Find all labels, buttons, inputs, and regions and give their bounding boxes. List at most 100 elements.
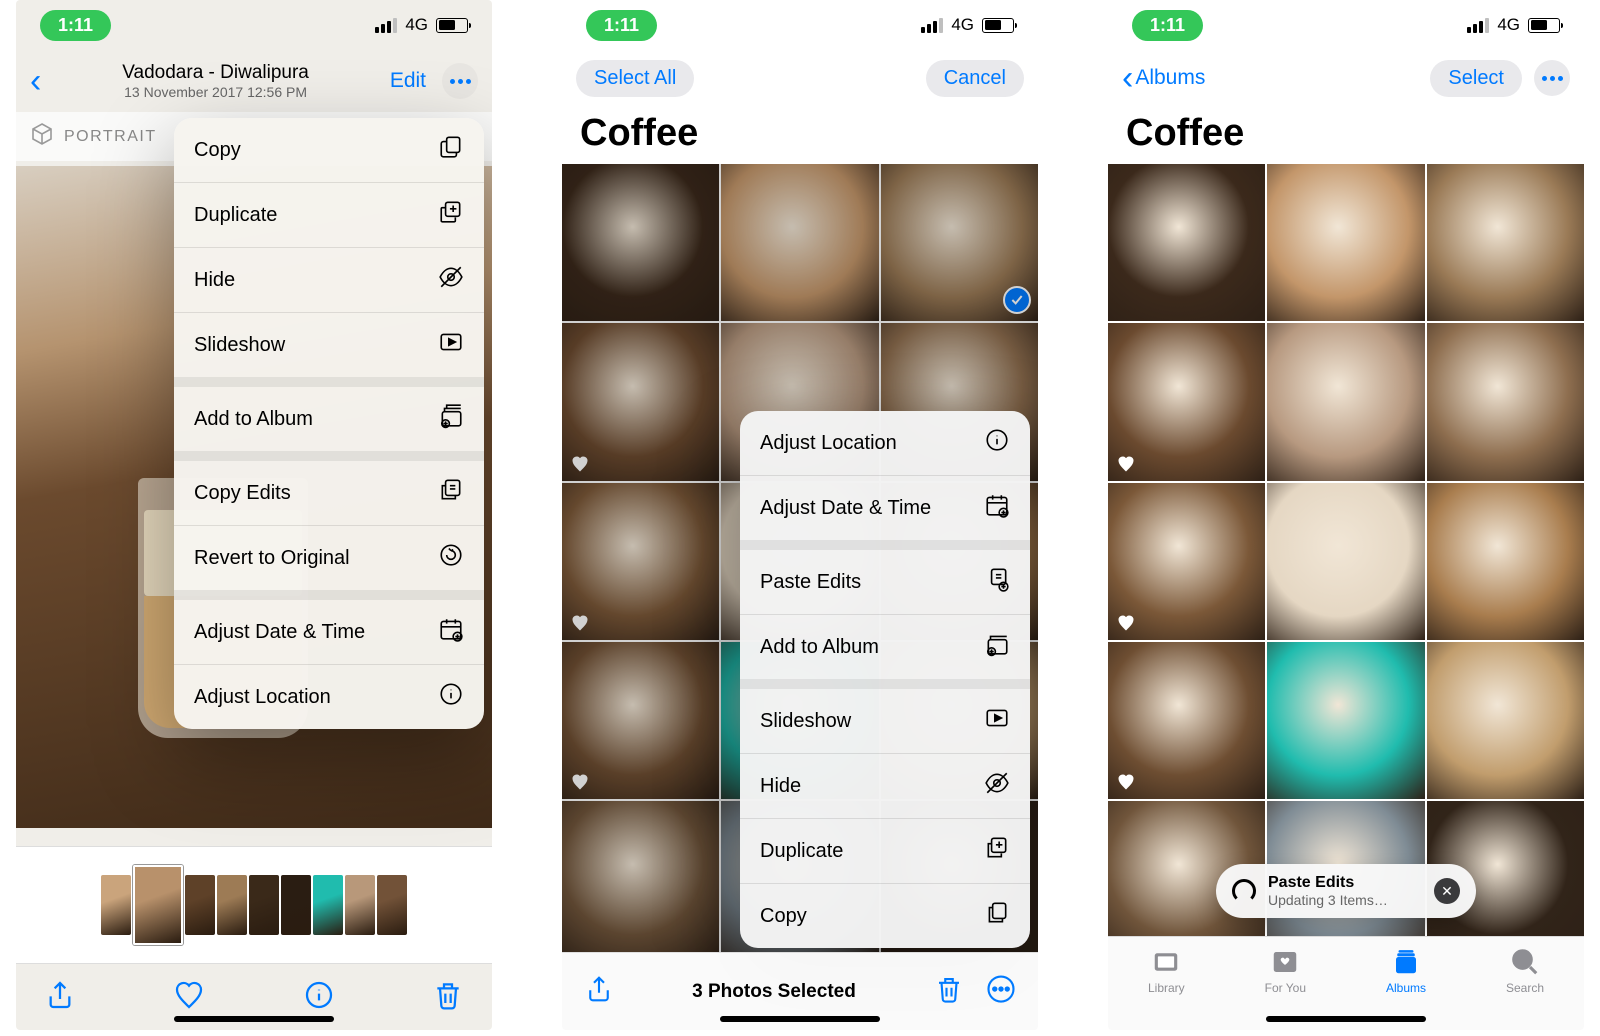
paste-edits-icon (984, 566, 1010, 598)
info-button[interactable] (303, 979, 335, 1016)
photo-thumbnail[interactable] (562, 483, 719, 640)
calendar-icon (984, 492, 1010, 524)
photo-thumbnail[interactable] (1267, 483, 1424, 640)
select-button[interactable]: Select (1430, 60, 1522, 97)
add-to-album-icon (984, 631, 1010, 663)
more-button[interactable] (986, 974, 1016, 1009)
back-button[interactable]: ‹ (30, 64, 41, 98)
menu-slideshow[interactable]: Slideshow (174, 313, 484, 377)
menu-paste-edits[interactable]: Paste Edits (740, 550, 1030, 614)
signal-icon (1467, 18, 1489, 33)
photo-thumbnail[interactable] (1108, 323, 1265, 480)
hide-icon (984, 770, 1010, 802)
slideshow-icon (984, 705, 1010, 737)
toast-subtitle: Updating 3 Items… (1268, 892, 1388, 908)
menu-adjust-datetime[interactable]: Adjust Date & Time (174, 600, 484, 664)
share-button[interactable] (44, 979, 76, 1016)
menu-adjust-location[interactable]: Adjust Location (740, 411, 1030, 475)
home-indicator[interactable] (174, 1016, 334, 1022)
nav-title: Vadodara - Diwalipura (47, 62, 383, 84)
photo-thumbnail[interactable] (1427, 483, 1584, 640)
menu-duplicate[interactable]: Duplicate (174, 183, 484, 247)
photo-thumbnail[interactable] (1108, 164, 1265, 321)
copy-icon (438, 134, 464, 166)
screen-photo-detail: 1:11 4G ‹ Vadodara - Diwalipura 13 Novem… (16, 0, 492, 1030)
more-button[interactable] (442, 63, 478, 99)
select-all-button[interactable]: Select All (576, 60, 694, 97)
location-info-icon (984, 427, 1010, 459)
photo-thumbnail[interactable] (1267, 323, 1424, 480)
photo-thumbnail[interactable] (721, 164, 878, 321)
photo-thumbnail[interactable] (1427, 642, 1584, 799)
tab-library[interactable]: Library (1148, 947, 1185, 995)
filmstrip-thumb[interactable] (281, 875, 311, 935)
menu-copy[interactable]: Copy (174, 118, 484, 182)
menu-copy-edits[interactable]: Copy Edits (174, 461, 484, 525)
status-time: 1:11 (586, 10, 657, 41)
network-label: 4G (1497, 15, 1520, 35)
nav-bar: ‹ Vadodara - Diwalipura 13 November 2017… (16, 50, 492, 112)
menu-hide[interactable]: Hide (174, 248, 484, 312)
network-label: 4G (951, 15, 974, 35)
filmstrip-thumb[interactable] (133, 865, 183, 945)
context-menu: Adjust Location Adjust Date & Time Paste… (740, 411, 1030, 948)
menu-copy[interactable]: Copy (740, 884, 1030, 948)
signal-icon (375, 18, 397, 33)
delete-button[interactable] (432, 979, 464, 1016)
more-button[interactable] (1534, 60, 1570, 96)
spinner-icon (1232, 879, 1256, 903)
photo-thumbnail[interactable] (1427, 164, 1584, 321)
menu-adjust-datetime[interactable]: Adjust Date & Time (740, 476, 1030, 540)
menu-slideshow[interactable]: Slideshow (740, 689, 1030, 753)
status-bar: 1:11 4G (16, 0, 492, 50)
favorite-heart-icon (570, 454, 590, 474)
photo-thumbnail[interactable] (562, 164, 719, 321)
favorite-heart-icon (1116, 454, 1136, 474)
edit-button[interactable]: Edit (390, 69, 426, 93)
portrait-cube-icon (30, 122, 54, 151)
cancel-button[interactable]: Cancel (926, 60, 1024, 97)
filmstrip-thumb[interactable] (345, 875, 375, 935)
photo-thumbnail[interactable] (1267, 642, 1424, 799)
photo-thumbnail[interactable] (562, 323, 719, 480)
tab-search[interactable]: Search (1506, 947, 1544, 995)
tab-albums[interactable]: Albums (1386, 947, 1426, 995)
home-indicator[interactable] (720, 1016, 880, 1022)
photo-thumbnail[interactable] (881, 164, 1038, 321)
photo-thumbnail[interactable] (562, 642, 719, 799)
network-label: 4G (405, 15, 428, 35)
filmstrip-thumb[interactable] (217, 875, 247, 935)
location-info-icon (438, 681, 464, 713)
back-button[interactable]: ‹Albums (1122, 66, 1205, 90)
toast-close-button[interactable]: ✕ (1434, 878, 1460, 904)
favorite-heart-icon (1116, 772, 1136, 792)
photo-thumbnail[interactable] (1108, 483, 1265, 640)
filmstrip-thumb[interactable] (377, 875, 407, 935)
menu-adjust-location[interactable]: Adjust Location (174, 665, 484, 729)
tab-foryou[interactable]: For You (1265, 947, 1306, 995)
favorite-button[interactable] (173, 979, 205, 1016)
nav-bar: ‹Albums Select (1108, 50, 1584, 106)
filmstrip-thumb[interactable] (101, 875, 131, 935)
filmstrip-thumb[interactable] (249, 875, 279, 935)
menu-add-to-album[interactable]: Add to Album (174, 387, 484, 451)
nav-subtitle: 13 November 2017 12:56 PM (47, 84, 383, 100)
menu-duplicate[interactable]: Duplicate (740, 819, 1030, 883)
delete-button[interactable] (934, 974, 964, 1009)
filmstrip-thumb[interactable] (185, 875, 215, 935)
menu-add-to-album[interactable]: Add to Album (740, 615, 1030, 679)
selection-check-icon (1003, 286, 1031, 314)
battery-icon (436, 18, 468, 33)
filmstrip-thumb[interactable] (313, 875, 343, 935)
photo-thumbnail[interactable] (1108, 642, 1265, 799)
home-indicator[interactable] (1266, 1016, 1426, 1022)
photo-thumbnail[interactable] (562, 801, 719, 952)
thumbnail-strip[interactable] (16, 846, 492, 964)
battery-icon (982, 18, 1014, 33)
menu-hide[interactable]: Hide (740, 754, 1030, 818)
menu-revert[interactable]: Revert to Original (174, 526, 484, 590)
photo-thumbnail[interactable] (1427, 323, 1584, 480)
photo-thumbnail[interactable] (1267, 164, 1424, 321)
screen-album-selection: 1:11 4G Select All Cancel Coffee Adjust … (562, 0, 1038, 1030)
share-button[interactable] (584, 974, 614, 1009)
